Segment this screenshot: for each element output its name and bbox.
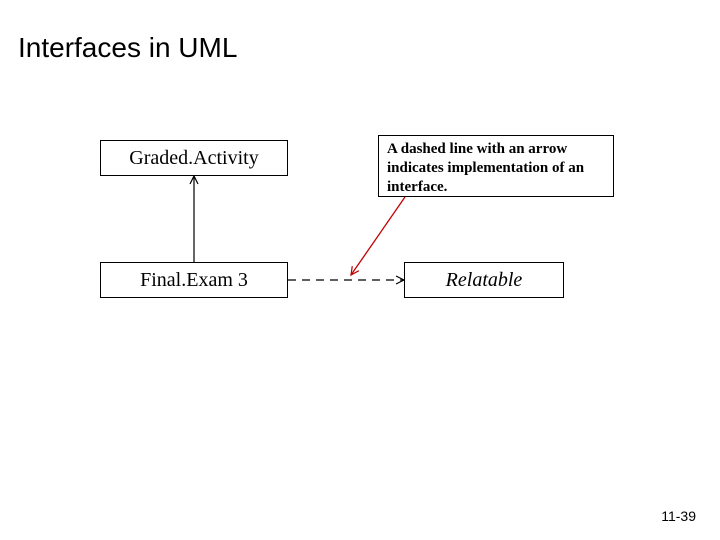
page-number: 11-39 — [661, 508, 696, 524]
uml-class-graded-activity: Graded.Activity — [100, 140, 288, 176]
uml-interface-label: Relatable — [446, 269, 523, 292]
uml-class-label: Graded.Activity — [129, 147, 258, 170]
explanation-note: A dashed line with an arrow indicates im… — [378, 135, 614, 197]
uml-interface-relatable: Relatable — [404, 262, 564, 298]
uml-class-final-exam: Final.Exam 3 — [100, 262, 288, 298]
slide-title: Interfaces in UML — [18, 32, 237, 64]
uml-class-label: Final.Exam 3 — [140, 269, 248, 292]
note-pointer-arrow — [351, 197, 405, 275]
